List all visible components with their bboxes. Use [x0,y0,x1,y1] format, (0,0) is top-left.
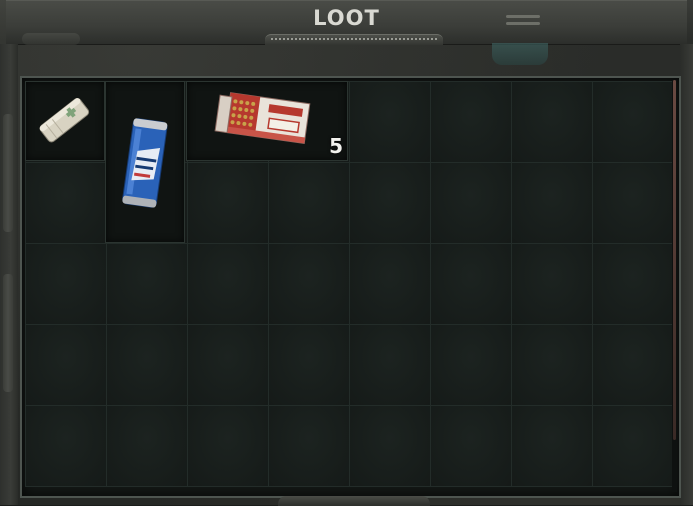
ammo-box-9x19-icon [187,92,347,164]
grid-cell[interactable] [187,162,269,244]
grid-cell[interactable] [268,324,350,406]
grid-cell[interactable] [511,243,593,325]
grid-cell[interactable] [187,324,269,406]
grid-cell[interactable] [25,324,107,406]
grid-cell[interactable] [349,405,431,487]
scrollbar-track[interactable] [672,80,677,492]
window-title: LOOT [313,6,380,30]
grid-cell[interactable] [430,81,512,163]
grid-cell[interactable] [592,243,674,325]
grid-cell[interactable] [511,162,593,244]
left-rail-slot [3,114,13,232]
grid-cell[interactable] [106,405,188,487]
grid-cell[interactable] [106,324,188,406]
loot-window: LOOT 5 [0,0,693,506]
grid-cell[interactable] [430,324,512,406]
grid-cell[interactable] [268,162,350,244]
grid-cell[interactable] [187,243,269,325]
grid-cell[interactable] [25,243,107,325]
grid-cell[interactable] [187,405,269,487]
menu-icon[interactable] [506,12,540,32]
grid-cell[interactable] [106,243,188,325]
grid-cell[interactable] [511,81,593,163]
grid-cell[interactable] [349,324,431,406]
bandage-icon [26,98,104,164]
grid-cell[interactable] [592,162,674,244]
right-rail [680,44,693,505]
left-rail [0,44,18,505]
grid-cell[interactable] [430,243,512,325]
grid-cell[interactable] [430,405,512,487]
left-rail-slot [3,274,13,392]
grid-cell[interactable] [268,243,350,325]
grid-cell[interactable] [25,162,107,244]
item-ammo-box[interactable]: 5 [186,81,348,161]
grid-cell[interactable] [592,324,674,406]
grid-cell[interactable] [349,81,431,163]
grid-cell[interactable] [430,162,512,244]
title-underline [265,34,443,45]
grid-cell[interactable] [592,405,674,487]
header-left-tab [22,33,80,45]
header-right-tab[interactable] [492,43,548,65]
grid-cell[interactable] [268,405,350,487]
grid-cell[interactable] [592,81,674,163]
energy-drink-can-icon [106,118,184,246]
grid-cell[interactable] [511,324,593,406]
scrollbar-thumb[interactable] [673,80,676,440]
grid-cell[interactable] [349,243,431,325]
grid-cell[interactable] [349,162,431,244]
item-quantity: 5 [329,134,343,158]
grid-cell[interactable] [511,405,593,487]
item-energy-drink[interactable] [105,81,185,243]
grid-cell[interactable] [25,405,107,487]
item-bandage[interactable] [25,81,105,161]
